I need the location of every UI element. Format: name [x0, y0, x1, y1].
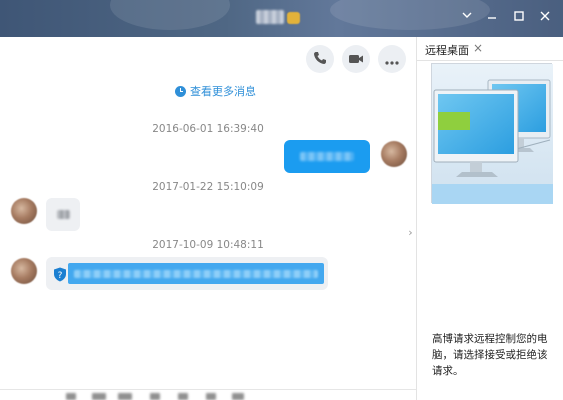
remote-desktop-panel: 远程桌面 × 高博请求远程控制您的电脑，请选择接受或拒绝该请求。 [416, 37, 563, 400]
toolbar-icon[interactable] [232, 393, 244, 400]
dropdown-icon[interactable] [458, 10, 476, 26]
avatar[interactable] [11, 258, 37, 284]
vip-badge-icon [287, 12, 300, 24]
toolbar-icon[interactable] [92, 393, 106, 400]
toolbar-icon[interactable] [178, 393, 188, 400]
more-icon [385, 50, 399, 69]
remote-desktop-illustration [431, 63, 553, 204]
outgoing-message-bubble[interactable] [284, 140, 370, 173]
more-button[interactable] [378, 45, 406, 73]
toolbar-icon[interactable] [150, 393, 160, 400]
chat-area: 查看更多消息 2016-06-01 16:39:40 2017-01-22 15… [0, 37, 416, 400]
close-tab-icon[interactable]: × [473, 41, 483, 55]
toolbar-icon[interactable] [66, 393, 76, 400]
link-text[interactable] [68, 263, 324, 284]
minimize-icon[interactable] [483, 10, 501, 26]
phone-call-button[interactable] [306, 45, 334, 73]
toolbar-icon[interactable] [118, 393, 132, 400]
title-bar [0, 0, 563, 37]
maximize-icon[interactable] [510, 10, 528, 26]
contact-name [256, 10, 284, 24]
input-divider [0, 389, 416, 390]
avatar[interactable] [381, 141, 407, 167]
tab-remote-desktop[interactable]: 远程桌面 × [417, 37, 563, 61]
video-camera-icon [348, 50, 364, 69]
message-timestamp: 2017-10-09 10:48:11 [152, 239, 264, 251]
tab-label: 远程桌面 [425, 44, 469, 57]
incoming-message-bubble[interactable]: ? [46, 257, 328, 290]
message-timestamp: 2017-01-22 15:10:09 [152, 181, 264, 193]
incoming-message-bubble[interactable] [46, 198, 80, 231]
clock-icon [175, 85, 186, 97]
video-call-button[interactable] [342, 45, 370, 73]
message-timestamp: 2016-06-01 16:39:40 [152, 123, 264, 135]
view-more-label: 查看更多消息 [190, 85, 256, 98]
toolbar-icon[interactable] [206, 393, 216, 400]
view-more-messages-link[interactable]: 查看更多消息 [175, 83, 256, 99]
shield-question-icon: ? [53, 267, 67, 282]
close-icon[interactable] [536, 10, 554, 26]
avatar[interactable] [11, 198, 37, 224]
svg-text:?: ? [58, 271, 63, 281]
collapse-panel-handle[interactable]: › [405, 213, 416, 253]
remote-request-message: 高博请求远程控制您的电脑，请选择接受或拒绝该请求。 [432, 333, 548, 377]
phone-icon [313, 50, 327, 69]
